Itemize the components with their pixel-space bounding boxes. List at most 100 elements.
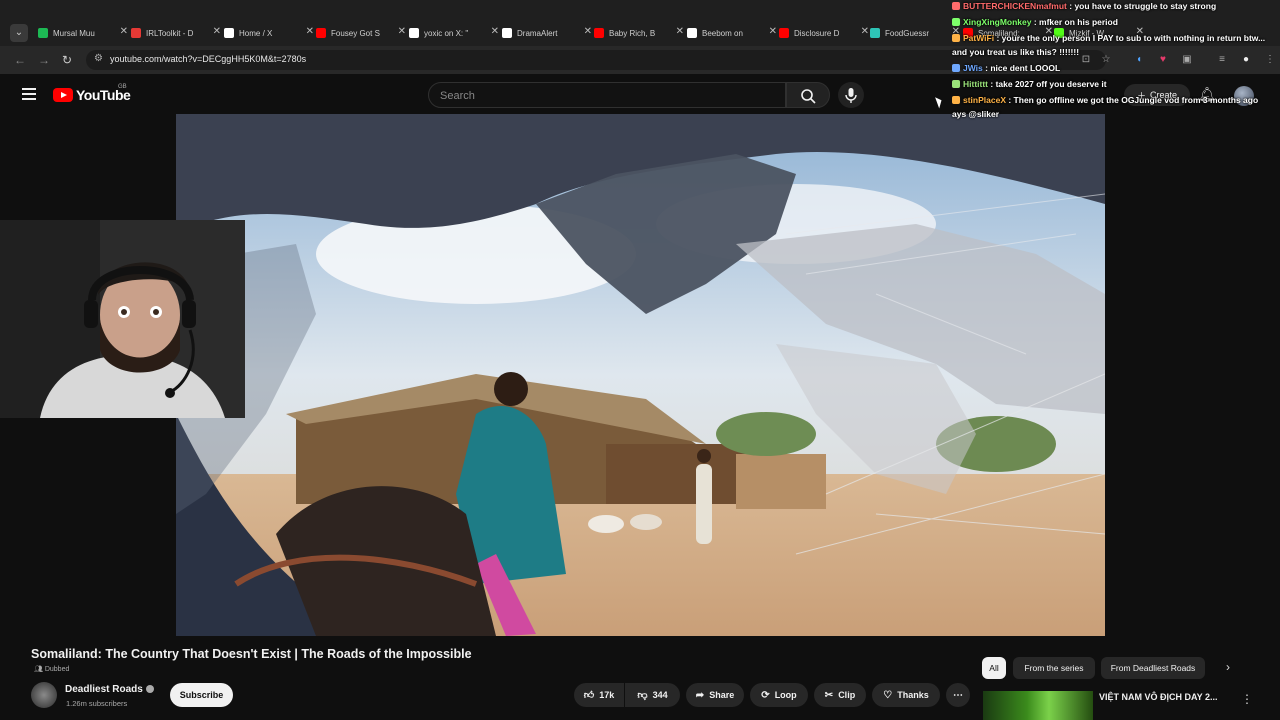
site-info-icon[interactable]: ⚙: [94, 53, 103, 64]
chat-message: Hittittt : take 2027 off you deserve it: [952, 79, 1107, 89]
browser-tab[interactable]: Disclosure D ✕: [779, 24, 869, 42]
browser-tab[interactable]: Fousey Got S ✕: [316, 24, 406, 42]
chat-username: JWis: [963, 63, 983, 73]
chat-message: XingXingMonkey : mfker on his period: [952, 17, 1118, 27]
voice-search-button[interactable]: [838, 82, 864, 108]
tab-search-dropdown[interactable]: ⌄: [10, 24, 28, 42]
chat-message: and you treat us like this? !!!!!!!: [952, 47, 1079, 57]
chip-all[interactable]: All: [982, 657, 1006, 679]
chat-message: BUTTERCHICKENmafmut : you have to strugg…: [952, 1, 1216, 11]
streamer-webcam: [0, 220, 245, 418]
tab-favicon-icon: [687, 28, 697, 38]
subscribe-button[interactable]: Subscribe: [170, 683, 233, 707]
search-button[interactable]: [786, 82, 830, 108]
tab-label: DramaAlert: [517, 28, 558, 38]
loop-button[interactable]: ⟳ Loop: [750, 683, 808, 707]
tab-favicon-icon: [224, 28, 234, 38]
dubbed-icon: 👥︎: [34, 666, 43, 673]
like-button[interactable]: 👍︎ 17k: [574, 683, 624, 707]
chat-message: PatWiFi : youre the only person I PAY to…: [952, 33, 1265, 43]
search-icon: [801, 89, 816, 104]
webcam-image: [0, 220, 245, 418]
tab-favicon-icon: [38, 28, 48, 38]
tab-close-icon[interactable]: ✕: [398, 26, 406, 37]
browser-tab[interactable]: Home / X ✕: [224, 24, 314, 42]
share-button[interactable]: ➦ Share: [686, 683, 744, 707]
loop-icon: ⟳: [761, 689, 770, 701]
chat-badge-icon: [952, 80, 960, 88]
dislike-button[interactable]: 👎︎ 344: [625, 683, 680, 707]
tab-label: Mursal Muu: [53, 28, 95, 38]
dubbed-label: Dubbed: [44, 666, 70, 673]
chat-badge-icon: [952, 18, 960, 26]
tab-favicon-icon: [409, 28, 419, 38]
chat-text: : Then go offline we got the OGJungle vo…: [1006, 95, 1259, 105]
recommended-title[interactable]: VIỆT NAM VÔ ĐỊCH DAY 2...: [1099, 692, 1218, 702]
browser-tab[interactable]: DramaAlert ✕: [502, 24, 592, 42]
thumbs-up-icon: 👍︎: [583, 690, 595, 701]
recommended-thumbnail[interactable]: [983, 691, 1093, 720]
chat-username: BUTTERCHICKENmafmut: [963, 1, 1067, 11]
reload-icon[interactable]: ↻: [62, 53, 72, 67]
scissors-icon: ✂: [824, 689, 834, 701]
clip-button[interactable]: ✂ Clip: [814, 683, 866, 707]
hamburger-menu-icon[interactable]: [22, 88, 36, 100]
tab-close-icon[interactable]: ✕: [306, 26, 314, 37]
search-placeholder: Search: [440, 90, 475, 102]
chat-text: and you treat us like this? !!!!!!!: [952, 47, 1080, 57]
chat-username: XingXingMonkey: [963, 17, 1032, 27]
tab-close-icon[interactable]: ✕: [491, 26, 499, 37]
dislike-count: 344: [652, 690, 668, 700]
subscriber-count: 1.26m subscribers: [66, 699, 128, 708]
chevron-right-icon[interactable]: ›: [1226, 660, 1230, 674]
tab-label: Disclosure D: [794, 28, 840, 38]
thanks-button[interactable]: ♡ Thanks: [872, 683, 940, 707]
browser-tab[interactable]: Mursal Muu ✕: [38, 24, 128, 42]
thanks-label: Thanks: [897, 690, 929, 700]
chat-text: : youre the only person I PAY to sub to …: [994, 33, 1266, 43]
browser-tab[interactable]: IRLToolkit - D ✕: [131, 24, 221, 42]
chat-text: ays @sliker: [952, 109, 1000, 119]
dubbed-badge: 👥︎ Dubbed: [34, 665, 69, 673]
microphone-icon: [845, 88, 857, 103]
video-player[interactable]: [176, 114, 1105, 636]
chip-from-the-series[interactable]: From the series: [1013, 657, 1095, 679]
tab-label: IRLToolkit - D: [146, 28, 194, 38]
tab-close-icon[interactable]: ✕: [120, 26, 128, 37]
tab-close-icon[interactable]: ✕: [676, 26, 684, 37]
tab-close-icon[interactable]: ✕: [584, 26, 592, 37]
browser-tab[interactable]: yoxic on X: " ✕: [409, 24, 499, 42]
share-arrow-icon: ➦: [695, 689, 705, 701]
more-vertical-icon[interactable]: ⋮: [1241, 692, 1253, 706]
youtube-play-icon: [53, 88, 73, 102]
tab-favicon-icon: [870, 28, 880, 38]
verified-check-icon: [146, 685, 154, 693]
chat-badge-icon: [952, 34, 960, 42]
tab-label: Beebom on: [702, 28, 743, 38]
chat-badge-icon: [952, 2, 960, 10]
browser-tab[interactable]: FoodGuessr ✕: [870, 24, 960, 42]
more-actions-button[interactable]: ⋯: [946, 683, 970, 707]
tab-favicon-icon: [779, 28, 789, 38]
tab-close-icon[interactable]: ✕: [213, 26, 221, 37]
tab-favicon-icon: [316, 28, 326, 38]
channel-name[interactable]: Deadliest Roads: [65, 684, 143, 695]
more-horizontal-icon: ⋯: [953, 689, 963, 701]
tab-label: Fousey Got S: [331, 28, 380, 38]
chat-message: JWis : nice dent LOOOL: [952, 63, 1060, 73]
tab-label: FoodGuessr: [885, 28, 930, 38]
browser-tab[interactable]: Beebom on ✕: [687, 24, 777, 42]
share-label: Share: [709, 690, 735, 700]
search-input[interactable]: Search: [428, 82, 786, 108]
tab-label: Home / X: [239, 28, 273, 38]
chat-text: : take 2027 off you deserve it: [988, 79, 1107, 89]
chat-text: : you have to struggle to stay strong: [1066, 1, 1217, 11]
channel-avatar[interactable]: [31, 682, 57, 708]
back-arrow-icon[interactable]: ←: [14, 53, 26, 67]
forward-arrow-icon[interactable]: →: [38, 53, 50, 67]
tab-close-icon[interactable]: ✕: [769, 26, 777, 37]
chip-from-deadliest-roads[interactable]: From Deadliest Roads: [1101, 657, 1205, 679]
browser-tab[interactable]: Baby Rich, B ✕: [594, 24, 684, 42]
chat-message: stinPlaceX : Then go offline we got the …: [952, 95, 1258, 105]
tab-close-icon[interactable]: ✕: [861, 26, 869, 37]
